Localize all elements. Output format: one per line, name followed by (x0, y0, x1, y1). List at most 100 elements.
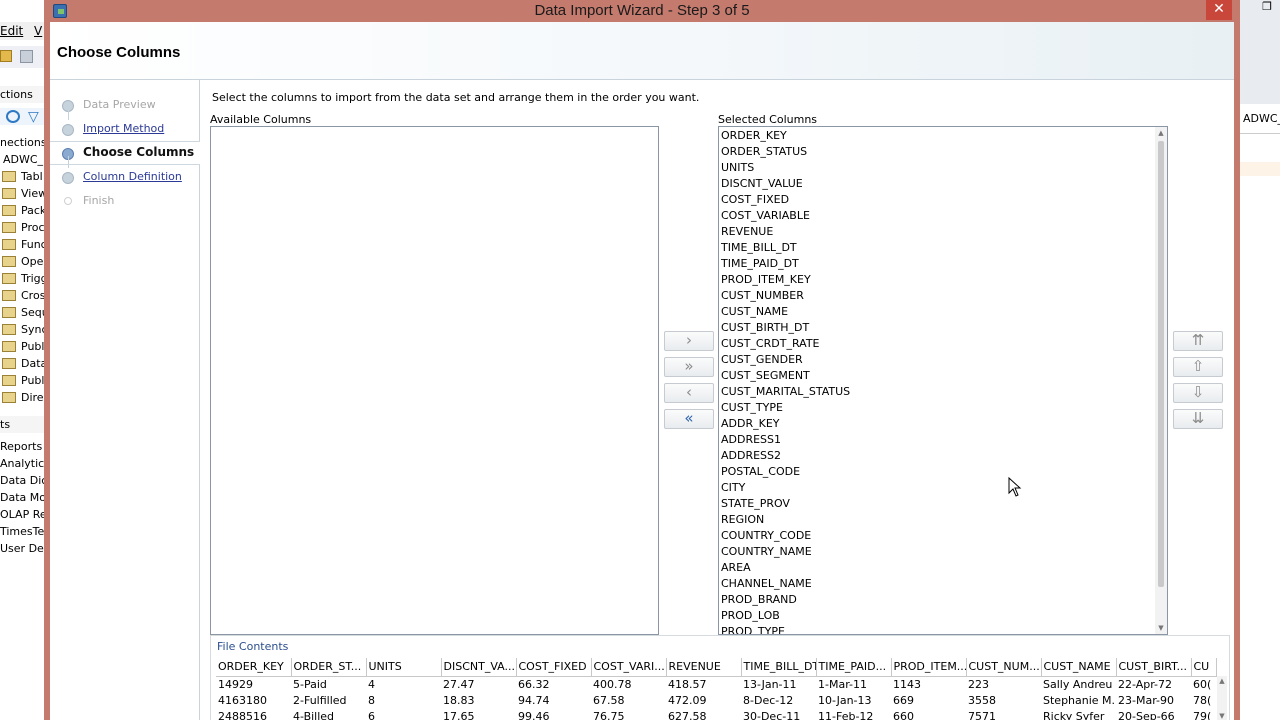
list-item[interactable]: ORDER_STATUS (719, 144, 1155, 160)
report-item[interactable]: TimesTe (0, 523, 44, 540)
tree-item[interactable]: Pack (0, 202, 44, 219)
scroll-down-arrow-icon[interactable]: ▼ (1155, 622, 1167, 634)
list-item[interactable]: CUST_CRDT_RATE (719, 336, 1155, 352)
list-item[interactable]: COST_FIXED (719, 192, 1155, 208)
restore-window-icon[interactable]: ❐ (1262, 0, 1272, 13)
tree-item[interactable]: Func (0, 236, 44, 253)
list-item[interactable]: ADDRESS2 (719, 448, 1155, 464)
list-item[interactable]: UNITS (719, 160, 1155, 176)
list-item[interactable]: COUNTRY_NAME (719, 544, 1155, 560)
tree-root[interactable]: nections (0, 134, 44, 151)
list-item[interactable]: CUST_NUMBER (719, 288, 1155, 304)
save-icon[interactable] (20, 50, 33, 63)
column-header[interactable]: CUST_NUM... (966, 658, 1042, 677)
tree-item[interactable]: Sync (0, 321, 44, 338)
column-header[interactable]: CUST_NAME (1041, 658, 1117, 677)
tree-item[interactable]: Dire (0, 389, 44, 406)
scroll-up-arrow-icon[interactable]: ▲ (1155, 127, 1167, 139)
column-header[interactable]: REVENUE (666, 658, 742, 677)
list-item[interactable]: ADDR_KEY (719, 416, 1155, 432)
tree-item[interactable]: Proc (0, 219, 44, 236)
column-header[interactable]: DISCNT_VA... (441, 658, 517, 677)
table-row[interactable]: 2488516 4-Billed 6 17.65 99.46 76.75 627.58 30-… (216, 708, 1216, 720)
available-columns-list[interactable] (210, 126, 659, 635)
list-item[interactable]: COUNTRY_CODE (719, 528, 1155, 544)
list-item[interactable]: ADDRESS1 (719, 432, 1155, 448)
list-item[interactable]: CUST_MARITAL_STATUS (719, 384, 1155, 400)
refresh-icon[interactable] (6, 110, 20, 123)
list-item[interactable]: DISCNT_VALUE (719, 176, 1155, 192)
list-item[interactable]: REGION (719, 512, 1155, 528)
list-item[interactable]: REVENUE (719, 224, 1155, 240)
list-item[interactable]: CUST_GENDER (719, 352, 1155, 368)
filter-icon[interactable]: ▽ (28, 109, 39, 125)
step-import-method[interactable]: Import Method (50, 108, 200, 140)
step-label[interactable]: Column Definition (83, 170, 182, 183)
list-item[interactable]: PROD_ITEM_KEY (719, 272, 1155, 288)
list-item[interactable]: PROD_TYPE (719, 624, 1155, 634)
move-down-button[interactable]: ⇩ (1173, 383, 1223, 403)
list-item[interactable]: CHANNEL_NAME (719, 576, 1155, 592)
tree-connection[interactable]: ADWC_ (0, 151, 44, 168)
background-editor-tab[interactable]: ADWC_H (1240, 104, 1280, 134)
move-left-button[interactable]: ‹ (664, 383, 714, 403)
report-item[interactable]: Reports (0, 438, 44, 455)
column-header[interactable]: COST_VARI... (591, 658, 667, 677)
list-item[interactable]: TIME_PAID_DT (719, 256, 1155, 272)
step-label[interactable]: Import Method (83, 122, 164, 135)
scrollbar-thumb[interactable] (1158, 141, 1164, 587)
selected-columns-list[interactable]: ORDER_KEY ORDER_STATUS UNITS DISCNT_VALUE CO… (718, 126, 1168, 635)
move-right-button[interactable]: › (664, 331, 714, 351)
column-header[interactable]: TIME_PAID... (816, 658, 892, 677)
move-up-button[interactable]: ⇧ (1173, 357, 1223, 377)
list-item[interactable]: COST_VARIABLE (719, 208, 1155, 224)
column-header[interactable]: COST_FIXED (516, 658, 592, 677)
column-header[interactable]: ORDER_KEY (216, 658, 292, 677)
list-item[interactable]: CUST_BIRTH_DT (719, 320, 1155, 336)
column-header[interactable]: CUST_BIRT... (1116, 658, 1192, 677)
report-item[interactable]: Data Dic (0, 472, 44, 489)
column-header[interactable]: TIME_BILL_DT (741, 658, 817, 677)
list-item[interactable]: ORDER_KEY (719, 128, 1155, 144)
list-item[interactable]: CITY (719, 480, 1155, 496)
move-to-bottom-button[interactable]: ⇊ (1173, 409, 1223, 429)
column-header[interactable]: UNITS (366, 658, 442, 677)
tree-item[interactable]: View (0, 185, 44, 202)
list-item[interactable]: TIME_BILL_DT (719, 240, 1155, 256)
menu-edit[interactable]: Edit (0, 24, 23, 38)
column-header[interactable]: PROD_ITEM... (891, 658, 967, 677)
file-contents-scrollbar[interactable]: ▲ ▼ (1217, 676, 1227, 720)
tree-item[interactable]: Data (0, 355, 44, 372)
tree-item[interactable]: Tabl (0, 168, 44, 185)
tree-item[interactable]: Sequ (0, 304, 44, 321)
list-item[interactable]: CUST_SEGMENT (719, 368, 1155, 384)
menu-view[interactable]: V (34, 24, 42, 38)
list-item[interactable]: PROD_LOB (719, 608, 1155, 624)
report-item[interactable]: Analytic (0, 455, 44, 472)
report-item[interactable]: Data Mo (0, 489, 44, 506)
scroll-up-arrow-icon[interactable]: ▲ (1217, 676, 1227, 686)
move-all-right-button[interactable]: » (664, 357, 714, 377)
tree-item[interactable]: Publ (0, 372, 44, 389)
list-item[interactable]: CUST_NAME (719, 304, 1155, 320)
file-contents-grid[interactable]: ORDER_KEY ORDER_ST... UNITS DISCNT_VA... COS… (216, 658, 1217, 720)
selected-columns-scrollbar[interactable]: ▲ ▼ (1155, 127, 1167, 634)
open-folder-icon[interactable] (0, 50, 12, 62)
column-header[interactable]: ORDER_ST... (291, 658, 367, 677)
move-to-top-button[interactable]: ⇈ (1173, 331, 1223, 351)
tree-item[interactable]: Publ (0, 338, 44, 355)
tree-item[interactable]: Cros (0, 287, 44, 304)
table-row[interactable]: 14929 5-Paid 4 27.47 66.32 400.78 418.57 13-Jan… (216, 676, 1216, 692)
dialog-title-bar[interactable]: Data Import Wizard - Step 3 of 5 ✕ (44, 0, 1240, 22)
close-button[interactable]: ✕ (1206, 0, 1232, 20)
list-item[interactable]: PROD_BRAND (719, 592, 1155, 608)
list-item[interactable]: STATE_PROV (719, 496, 1155, 512)
tree-item[interactable]: Ope (0, 253, 44, 270)
list-item[interactable]: CUST_TYPE (719, 400, 1155, 416)
column-header[interactable]: CU (1191, 658, 1217, 677)
tree-item[interactable]: Trigg (0, 270, 44, 287)
list-item[interactable]: POSTAL_CODE (719, 464, 1155, 480)
scroll-down-arrow-icon[interactable]: ▼ (1217, 711, 1227, 720)
list-item[interactable]: AREA (719, 560, 1155, 576)
report-item[interactable]: User Def (0, 540, 44, 557)
